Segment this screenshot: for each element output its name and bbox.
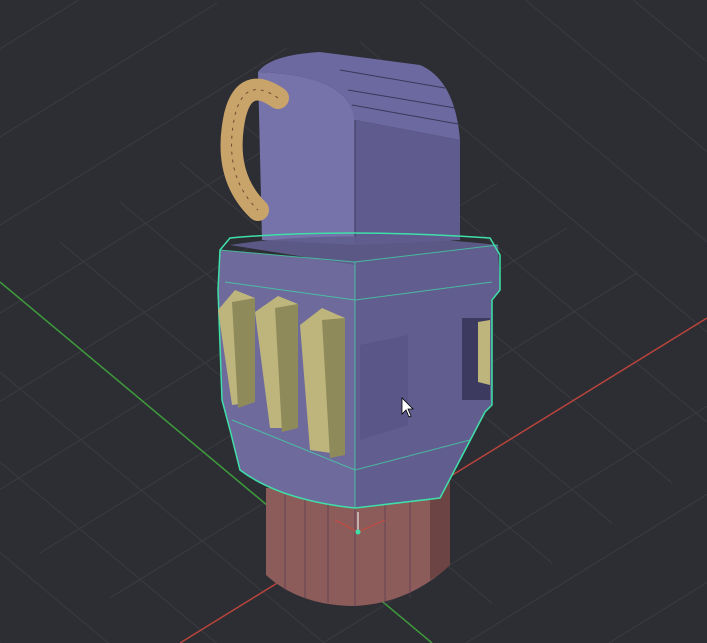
grid-line [465, 493, 707, 643]
grid-line [525, 0, 707, 153]
grid-line [0, 552, 109, 643]
grid-line [0, 2, 218, 138]
grid-line [0, 0, 80, 50]
body-block-selected[interactable] [217, 232, 501, 509]
head-block[interactable] [258, 52, 460, 245]
3d-viewport[interactable] [0, 0, 707, 643]
grid-line [419, 1, 707, 243]
grid-line [633, 0, 707, 62]
grid-line [608, 582, 707, 643]
viewport-canvas[interactable] [0, 0, 707, 643]
